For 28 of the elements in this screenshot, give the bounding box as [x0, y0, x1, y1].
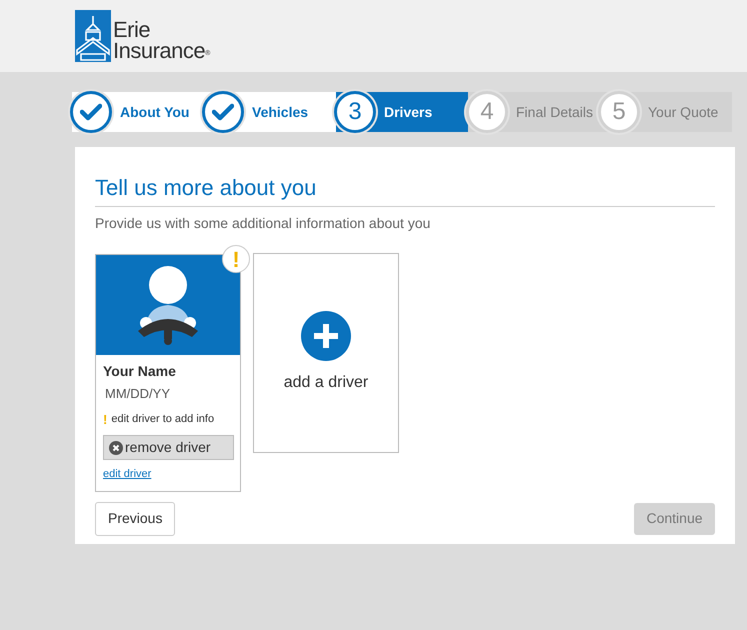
step-label: Final Details: [516, 102, 594, 122]
page-subheading: Provide us with some additional information about you: [95, 214, 432, 233]
add-driver-card[interactable]: add a driver: [253, 253, 399, 453]
edit-driver-link[interactable]: edit driver: [103, 466, 233, 482]
driver-avatar-icon: [136, 265, 200, 345]
alert-badge: !: [222, 245, 250, 273]
checkmark-icon: [212, 103, 234, 121]
step-label: About You: [120, 102, 190, 122]
driver-name: Your Name: [103, 362, 177, 381]
company-logo[interactable]: Erie Insurance$^{®}$: [75, 10, 210, 62]
step-number: 5: [612, 100, 626, 124]
remove-driver-button[interactable]: remove driver: [103, 435, 234, 460]
step-number: 4: [480, 100, 494, 124]
remove-icon: [109, 440, 123, 454]
warning-mark: !: [103, 410, 108, 428]
checkmark-icon: [80, 103, 102, 121]
logo-text: Erie: [113, 20, 152, 42]
page-heading: Tell us more about you: [95, 171, 715, 207]
step-label: Your Quote: [648, 102, 718, 122]
previous-button[interactable]: Previous: [95, 502, 176, 536]
driver-dob: MM/DD/YY: [105, 385, 171, 403]
plus-icon: [301, 311, 351, 361]
step-number: 3: [348, 100, 362, 124]
step-label: Drivers: [384, 102, 432, 122]
logo-text: Insurance$^{®}$: [113, 41, 210, 62]
step-label: Vehicles: [252, 102, 308, 122]
building-logo-icon: [75, 10, 111, 62]
warning-text: edit driver to add info: [111, 412, 214, 427]
